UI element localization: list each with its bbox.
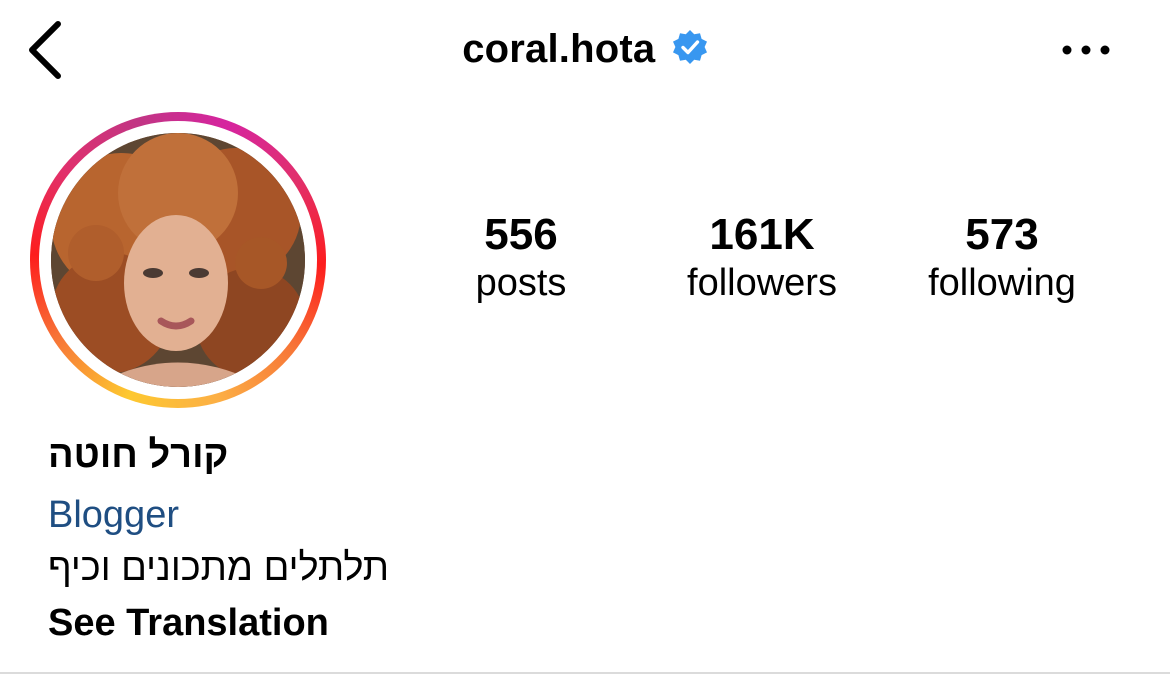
profile-full-name: קורל חוטה: [48, 434, 229, 476]
posts-count: 556: [484, 210, 558, 259]
profile-category: Blogger: [48, 494, 179, 536]
see-translation-link[interactable]: See Translation: [48, 598, 329, 648]
profile-avatar: [51, 133, 305, 387]
bottom-divider: [0, 672, 1170, 674]
top-bar: coral.hota: [0, 0, 1170, 100]
following-label: following: [928, 262, 1076, 304]
profile-username: coral.hota: [462, 27, 656, 71]
posts-label: posts: [475, 262, 567, 304]
posts-stat[interactable]: 556 posts: [421, 208, 621, 308]
ellipsis-icon: [1062, 45, 1110, 55]
followers-label: followers: [687, 262, 837, 304]
more-options-button[interactable]: [1058, 36, 1114, 64]
profile-photo: [51, 133, 305, 387]
story-ring[interactable]: [30, 112, 326, 408]
following-count: 573: [965, 210, 1039, 259]
title-container: coral.hota: [0, 22, 1170, 76]
avatar-gap: [39, 121, 317, 399]
followers-count: 161K: [709, 210, 815, 259]
verified-badge-icon: [672, 30, 707, 64]
following-stat[interactable]: 573 following: [902, 208, 1102, 308]
followers-stat[interactable]: 161K followers: [662, 208, 862, 308]
profile-bio: תלתלים מתכונים וכיף: [48, 547, 389, 589]
